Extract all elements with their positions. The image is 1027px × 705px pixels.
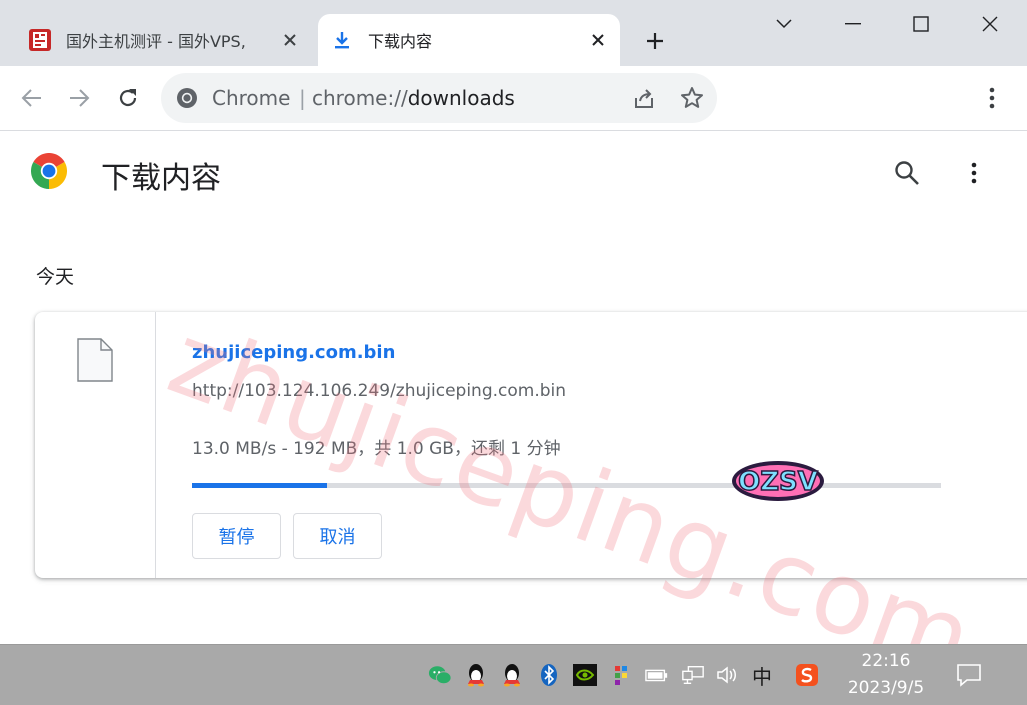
bluetooth-icon[interactable]	[537, 663, 561, 687]
clock-time[interactable]: 22:16	[845, 651, 927, 671]
network-icon[interactable]	[681, 663, 705, 687]
date-section-heading: 今天	[36, 266, 75, 288]
download-icon	[330, 28, 354, 52]
download-status-text: 13.0 MB/s - 192 MB，共 1.0 GB，还剩 1 分钟	[192, 439, 561, 459]
notification-center-icon[interactable]	[955, 661, 983, 689]
maximize-icon[interactable]	[898, 8, 944, 40]
wechat-tray-icon[interactable]	[428, 663, 452, 687]
cancel-button[interactable]: 取消	[293, 513, 382, 559]
qq-tray-icon[interactable]	[464, 663, 488, 687]
site-chip-label: Chrome	[212, 86, 291, 110]
app-grid-tray-icon[interactable]	[609, 663, 633, 687]
page-title: 下载内容	[101, 161, 221, 196]
back-arrow-icon[interactable]	[16, 82, 48, 114]
url-text[interactable]: chrome://downloads	[312, 86, 515, 110]
ozsv-sticker-logo: OZSV	[732, 461, 824, 501]
ime-indicator[interactable]: 中	[752, 661, 772, 690]
pause-button[interactable]: 暂停	[192, 513, 281, 559]
bookmark-star-icon[interactable]	[679, 85, 705, 111]
address-bar[interactable]: Chrome | chrome://downloads	[161, 73, 717, 123]
qq-tray-icon-2[interactable]	[500, 663, 524, 687]
tab-zhujiceping[interactable]: 国外主机测评 - 国外VPS,	[16, 14, 312, 66]
browser-toolbar: Chrome | chrome://downloads	[0, 66, 1027, 131]
tab-strip: 国外主机测评 - 国外VPS, 下载内容	[0, 0, 1027, 66]
forward-arrow-icon[interactable]	[63, 82, 95, 114]
download-progress-bar	[192, 483, 941, 488]
chrome-site-icon	[177, 88, 197, 108]
download-progress-fill	[192, 483, 327, 488]
minimize-icon[interactable]	[830, 8, 876, 40]
share-icon[interactable]	[631, 86, 657, 112]
browser-menu-icon[interactable]	[980, 81, 1004, 115]
site-favicon-icon	[28, 28, 52, 52]
chrome-logo-icon	[31, 153, 67, 189]
reload-icon[interactable]	[112, 82, 144, 114]
battery-icon[interactable]	[645, 663, 669, 687]
tab-title: 下载内容	[368, 32, 433, 51]
tab-search-chevron-icon[interactable]	[761, 8, 807, 40]
download-item-card: zhujiceping.com.bin http://103.124.106.2…	[35, 312, 1027, 578]
close-window-icon[interactable]	[967, 8, 1013, 40]
url-scheme: chrome://	[312, 86, 408, 110]
tab-title: 国外主机测评 - 国外VPS,	[66, 32, 246, 51]
nvidia-icon[interactable]	[573, 663, 597, 687]
sticker-text: OZSV	[738, 467, 818, 497]
sogou-input-icon[interactable]	[795, 663, 819, 687]
tab-close-icon[interactable]	[276, 26, 304, 54]
page-menu-icon[interactable]	[962, 159, 986, 187]
volume-icon[interactable]	[716, 663, 740, 687]
chip-separator: |	[299, 86, 306, 110]
file-source-url[interactable]: http://103.124.106.249/zhujiceping.com.b…	[192, 381, 566, 401]
downloads-header: 下载内容	[0, 131, 1027, 217]
tab-close-icon[interactable]	[584, 26, 612, 54]
file-icon	[77, 338, 113, 382]
tab-downloads[interactable]: 下载内容	[318, 14, 620, 66]
file-name-link[interactable]: zhujiceping.com.bin	[192, 342, 395, 363]
clock-date[interactable]: 2023/9/5	[845, 678, 927, 698]
file-icon-column	[35, 312, 156, 578]
url-host: downloads	[407, 86, 515, 110]
search-icon[interactable]	[893, 159, 921, 187]
windows-taskbar: 中 22:16 2023/9/5	[0, 644, 1027, 705]
new-tab-plus-icon[interactable]	[641, 27, 669, 55]
